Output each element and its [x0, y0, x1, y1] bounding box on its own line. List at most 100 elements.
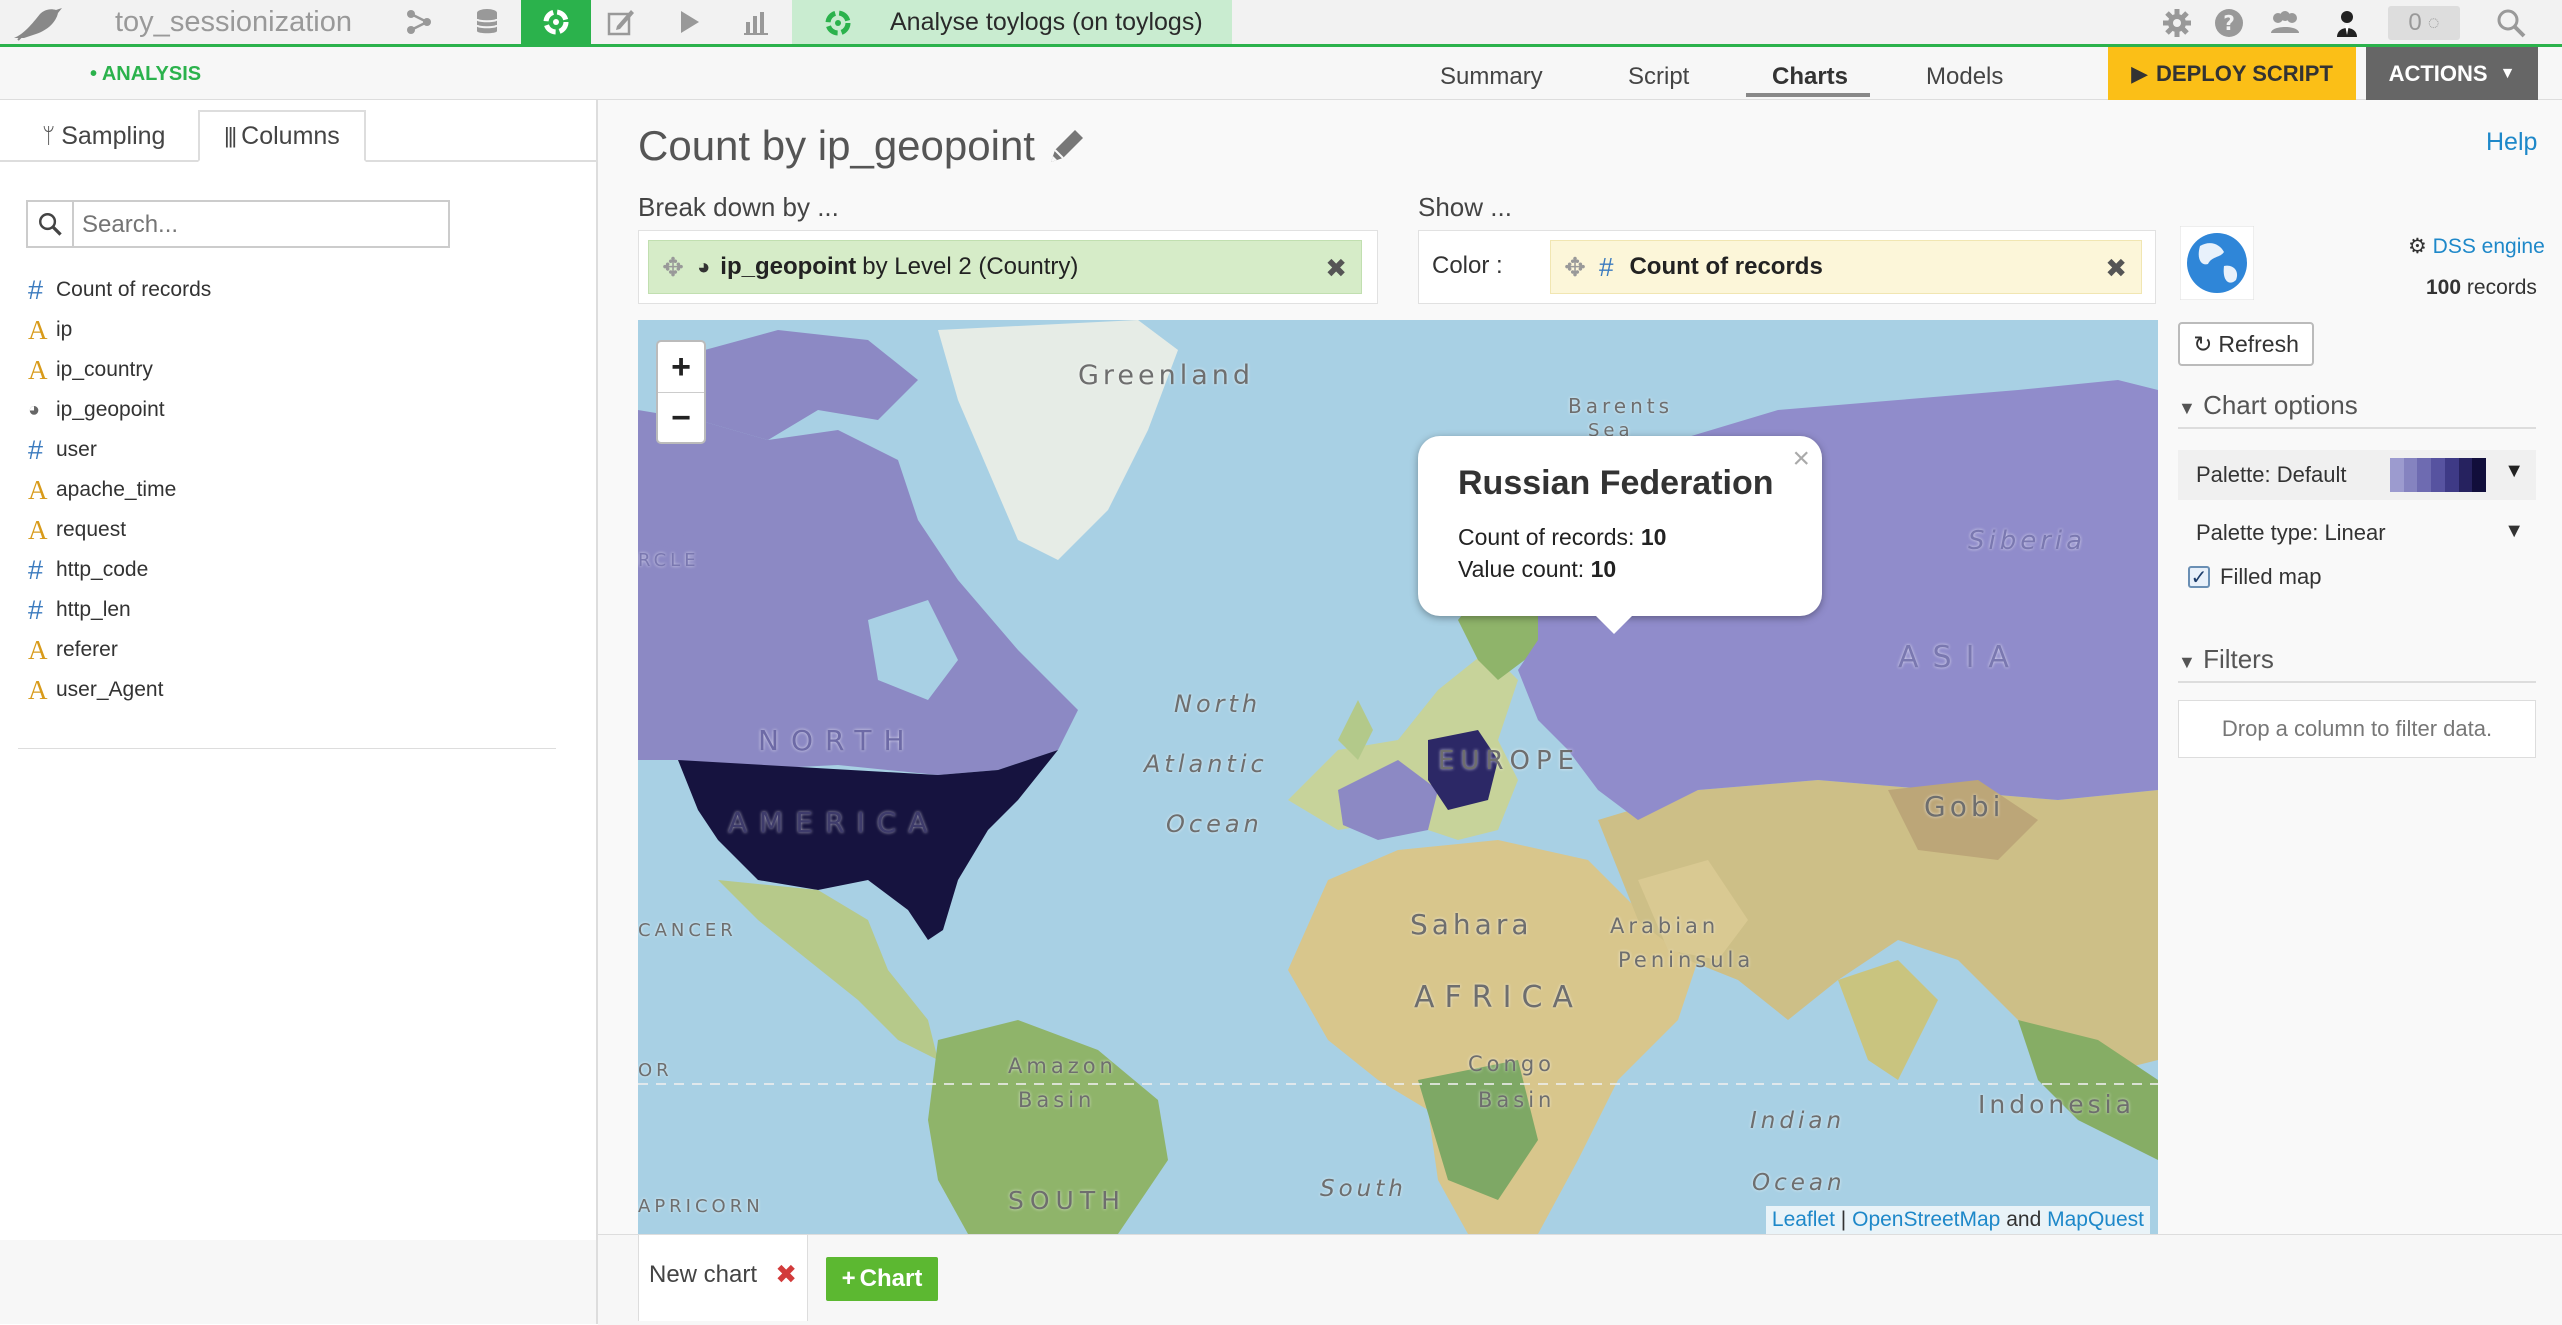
map-label: Atlantic — [1144, 750, 1268, 778]
drag-handle-icon[interactable]: ✥ — [1551, 252, 1599, 283]
filled-map-checkbox[interactable]: ✓ — [2188, 566, 2210, 589]
map-label: APRICORN — [638, 1196, 764, 1217]
text-type-icon: A — [28, 314, 48, 345]
palette-color — [2458, 458, 2473, 492]
gear-icon[interactable] — [2160, 6, 2194, 40]
map-label: Barents — [1568, 394, 1674, 418]
search-icon — [28, 202, 74, 246]
drag-handle-icon[interactable]: ✥ — [649, 252, 697, 283]
help-link[interactable]: Help — [2486, 128, 2537, 157]
map-label: Ocean — [1166, 810, 1263, 838]
measure-chip[interactable]: ✥ # Count of records ✖ — [1550, 240, 2142, 294]
columns-panel: ᛘ Sampling ||| Columns # Count of records… — [0, 100, 598, 1324]
jobs-icon[interactable] — [654, 0, 724, 44]
tab-models[interactable]: Models — [1926, 63, 2003, 91]
left-tabs: ᛘ Sampling ||| Columns — [0, 110, 598, 162]
section-label: • ANALYSIS — [90, 63, 202, 85]
caret-down-icon: ▼ — [2504, 460, 2524, 482]
remove-icon[interactable]: ✖ — [2105, 253, 2127, 284]
tooltip-line-count: Count of records: 10 — [1458, 524, 1667, 550]
column-item[interactable]: ◕ ip_geopoint — [28, 390, 211, 430]
map-label: NORTH — [758, 724, 917, 757]
analysis-icon — [825, 10, 851, 36]
tab-script[interactable]: Script — [1628, 63, 1689, 91]
notebook-icon[interactable] — [586, 0, 656, 44]
map-view[interactable]: + − Greenland Barents Sea Siberia ASIA R… — [638, 320, 2158, 1234]
search-input[interactable] — [80, 208, 444, 242]
leaflet-link[interactable]: Leaflet — [1772, 1208, 1835, 1231]
flow-icon[interactable] — [384, 0, 454, 44]
column-item[interactable]: # http_code — [28, 550, 211, 590]
tab-charts[interactable]: Charts — [1772, 63, 1848, 91]
users-icon[interactable] — [2268, 6, 2302, 40]
column-item[interactable]: Aip — [28, 310, 211, 350]
chart-tab[interactable]: New chart ✖ — [638, 1235, 808, 1321]
engine-link[interactable]: ⚙ DSS engine — [2408, 234, 2545, 259]
dashboard-icon[interactable] — [722, 0, 792, 44]
column-name: referer — [56, 638, 118, 661]
search-icon[interactable] — [2494, 6, 2528, 40]
map-label: SOUTH — [1008, 1186, 1126, 1215]
deploy-script-button[interactable]: ▶ DEPLOY SCRIPT — [2108, 47, 2356, 100]
palette-select[interactable]: Palette: Default ▼ — [2178, 450, 2536, 500]
help-icon[interactable]: ? — [2212, 6, 2246, 40]
numeric-icon: # — [28, 434, 44, 465]
refresh-label: Refresh — [2218, 330, 2299, 357]
actions-button[interactable]: ACTIONS ▼ — [2366, 47, 2538, 100]
column-item[interactable]: Arequest — [28, 510, 211, 550]
osm-link[interactable]: OpenStreetMap — [1852, 1208, 2000, 1231]
refresh-icon: ↻ — [2193, 330, 2213, 357]
palette-type-select[interactable]: Palette type: Linear ▼ — [2178, 510, 2536, 556]
pencil-icon[interactable] — [1043, 124, 1089, 170]
tab-summary[interactable]: Summary — [1440, 63, 1543, 91]
dataiku-bird-logo[interactable] — [10, 4, 68, 44]
map-label: Greenland — [1078, 360, 1255, 391]
project-name[interactable]: toy_sessionization — [115, 6, 352, 39]
column-item[interactable]: # user — [28, 430, 211, 470]
mapquest-link[interactable]: MapQuest — [2047, 1208, 2144, 1231]
svg-text:?: ? — [2223, 11, 2235, 35]
filled-map-option[interactable]: ✓ Filled map — [2188, 564, 2321, 590]
close-icon[interactable]: × — [1792, 442, 1810, 476]
refresh-button[interactable]: ↻ Refresh — [2178, 322, 2314, 366]
columns-icon: ||| — [224, 123, 237, 148]
remove-icon[interactable]: ✖ — [1325, 253, 1347, 284]
tab-columns[interactable]: ||| Columns — [198, 110, 366, 162]
filters-header[interactable]: ▼ Filters — [2178, 644, 2536, 683]
chart-tabs-bar: New chart ✖ + Chart — [598, 1234, 2562, 1325]
column-item[interactable]: # http_len — [28, 590, 211, 630]
map-label: Siberia — [1968, 526, 2087, 556]
zoom-in-button[interactable]: + — [658, 342, 704, 393]
column-item[interactable]: Auser_Agent — [28, 670, 211, 710]
add-chart-button[interactable]: + Chart — [826, 1257, 938, 1301]
caret-down-icon: ▼ — [2178, 398, 2196, 418]
datasets-icon[interactable] — [452, 0, 522, 44]
column-item[interactable]: Aip_country — [28, 350, 211, 390]
chart-title[interactable]: Count by ip_geopoint — [638, 122, 1035, 170]
tab-sampling[interactable]: ᛘ Sampling — [42, 110, 165, 162]
filter-dropzone[interactable]: Drop a column to filter data. — [2178, 700, 2536, 758]
column-item[interactable]: Areferer — [28, 630, 211, 670]
notifications-count: 0 — [2408, 9, 2422, 36]
breakdown-chip[interactable]: ✥ ◕ ip_geopoint by Level 2 (Country) ✖ — [648, 240, 1362, 294]
palette-text: Palette: Default — [2196, 462, 2347, 487]
zoom-out-button[interactable]: − — [658, 393, 704, 443]
analysis-icon[interactable] — [521, 0, 591, 44]
column-search[interactable] — [26, 200, 450, 248]
breakdown-field: ip_geopoint — [720, 253, 857, 280]
numeric-icon: # — [28, 554, 44, 585]
column-item[interactable]: # Count of records — [28, 270, 211, 310]
chart-options-header[interactable]: ▼ Chart options — [2178, 390, 2536, 429]
zoom-controls: + − — [656, 340, 706, 444]
column-name: user_Agent — [56, 678, 164, 701]
map-chart-type-icon[interactable] — [2180, 226, 2254, 300]
breadcrumb[interactable]: Analyse toylogs (on toylogs) — [792, 0, 1232, 44]
map-label: North — [1174, 690, 1262, 718]
column-item[interactable]: Aapache_time — [28, 470, 211, 510]
numeric-icon: # — [28, 274, 44, 305]
close-icon[interactable]: ✖ — [775, 1259, 797, 1290]
notifications-badge[interactable]: 0 ◌ — [2388, 6, 2460, 40]
palette-color — [2403, 458, 2418, 492]
caret-down-icon: ▼ — [2504, 520, 2524, 542]
user-avatar-icon[interactable] — [2330, 6, 2364, 40]
